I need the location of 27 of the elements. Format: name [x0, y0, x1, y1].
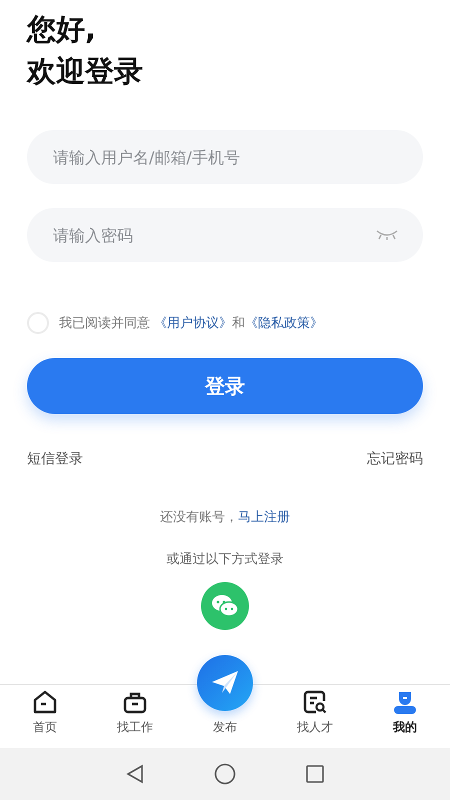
user-icon	[392, 689, 418, 715]
back-icon[interactable]	[126, 764, 144, 784]
register-link[interactable]: 马上注册	[238, 510, 290, 525]
password-field[interactable]: 请输入密码	[27, 208, 423, 262]
tab-item[interactable]: 首页	[0, 685, 90, 748]
password-input[interactable]: 请输入密码	[51, 208, 375, 262]
publish-button[interactable]	[197, 655, 253, 711]
login-button[interactable]: 登录	[27, 358, 423, 414]
greeting-title: 欢迎登录	[27, 53, 144, 90]
tab-item[interactable]: 发布	[180, 651, 270, 748]
tab-item[interactable]: 找人才	[270, 685, 360, 748]
user-agreement-link[interactable]: 《用户协议》	[154, 316, 232, 331]
tab-item[interactable]: 找工作	[90, 685, 180, 748]
home-circle-icon[interactable]	[214, 763, 236, 785]
greeting-title: 您好,	[27, 11, 98, 48]
tab-item[interactable]: 我的	[360, 685, 450, 748]
forgot-password-link[interactable]: 忘记密码	[367, 450, 423, 468]
wechat-login-button[interactable]	[201, 582, 249, 630]
home-icon	[32, 689, 58, 715]
register-prompt: 还没有账号，马上注册	[160, 509, 290, 526]
sms-login-link[interactable]: 短信登录	[27, 450, 83, 468]
other-login-label: 或通过以下方式登录	[166, 551, 284, 568]
eye-closed-icon[interactable]	[375, 229, 399, 241]
document-search-icon	[302, 689, 328, 715]
recents-icon[interactable]	[306, 765, 324, 783]
agreement-text: 我已阅读并同意 《用户协议》和《隐私政策》	[59, 315, 324, 332]
privacy-policy-link[interactable]: 《隐私政策》	[245, 316, 324, 331]
